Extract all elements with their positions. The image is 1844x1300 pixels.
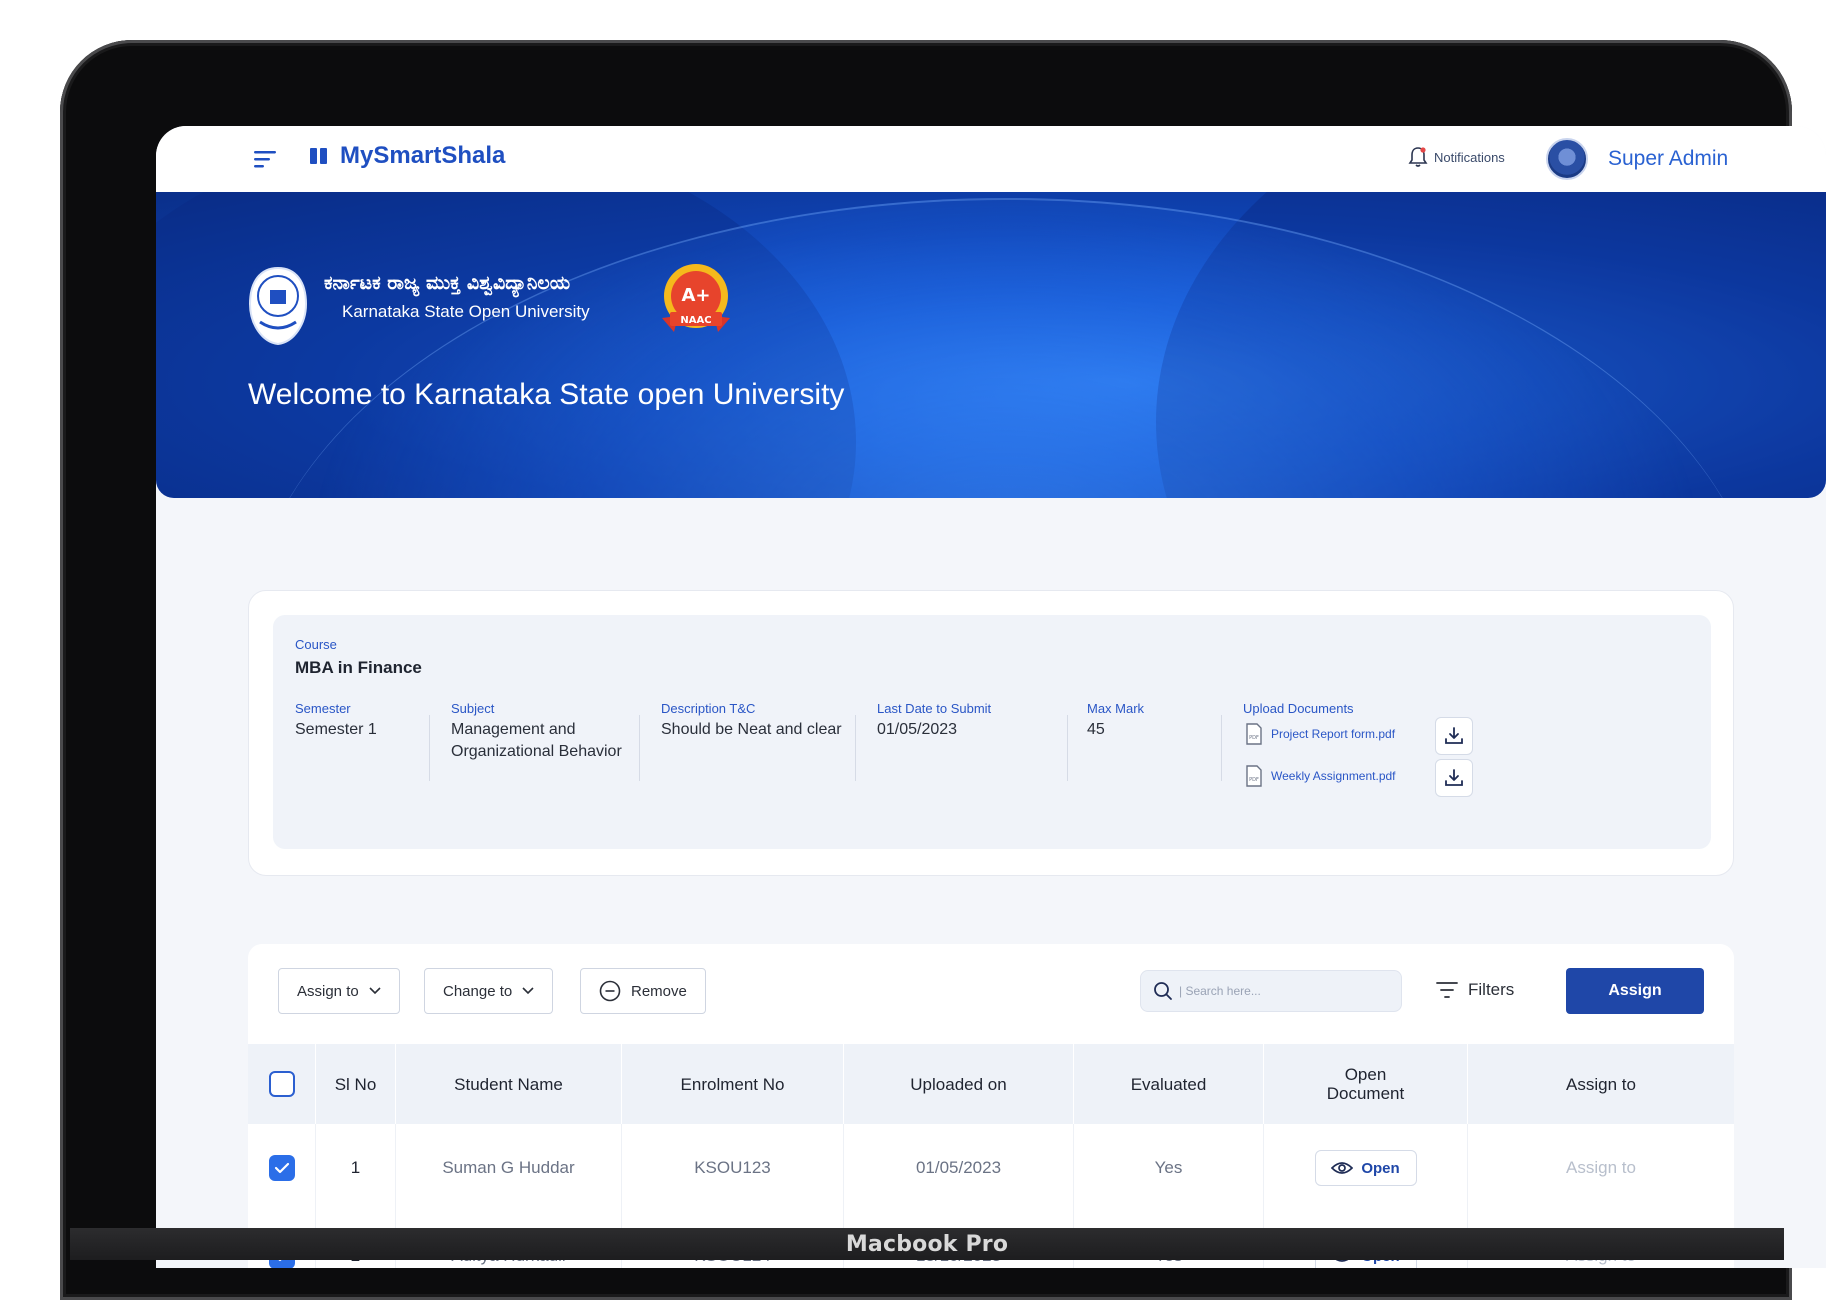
filter-icon <box>1436 982 1458 998</box>
cell-student-name: Suman G Huddar <box>396 1124 622 1212</box>
last-date-label: Last Date to Submit <box>877 701 992 716</box>
laptop-bottom-bezel: Macbook Pro <box>70 1228 1784 1260</box>
header-enrolment-no[interactable]: Enrolment No <box>622 1044 844 1124</box>
last-date-value: 01/05/2023 <box>877 721 958 738</box>
remove-label: Remove <box>631 982 687 1000</box>
description-value: Should be Neat and clear <box>661 721 842 738</box>
header-student-name[interactable]: Student Name <box>396 1044 622 1124</box>
naac-badge: A+ NAAC <box>662 264 730 332</box>
table-row[interactable]: 1 Suman G Huddar KSOU123 01/05/2023 Yes … <box>248 1124 1734 1212</box>
laptop-frame: MySmartShala Notifications Super Admin ಕ… <box>60 40 1826 1300</box>
search-icon <box>1154 982 1172 1000</box>
pdf-file-icon: PDF <box>1246 723 1262 745</box>
search-input[interactable] <box>1179 984 1379 998</box>
brand-name: MySmartShala <box>340 142 506 169</box>
header-open-document-line2: Document <box>1326 1084 1405 1103</box>
cell-evaluated: Yes <box>1074 1124 1264 1212</box>
cell-sl-no: 1 <box>316 1124 396 1212</box>
eye-icon <box>1331 1162 1354 1174</box>
svg-text:NAAC: NAAC <box>680 315 711 326</box>
divider <box>639 715 640 781</box>
course-label: Course <box>295 637 337 652</box>
university-seal-logo <box>248 266 308 346</box>
upload-documents-label: Upload Documents <box>1243 701 1354 716</box>
search-box[interactable] <box>1140 970 1402 1012</box>
check-icon <box>274 1162 289 1174</box>
document-name: Project Report form.pdf <box>1271 727 1396 741</box>
top-navbar: MySmartShala Notifications Super Admin <box>156 126 1826 192</box>
submissions-table-card: Assign to Change to Remove Filters Assig… <box>248 944 1734 1268</box>
welcome-heading: Welcome to Karnataka State open Universi… <box>248 378 845 411</box>
university-name-english: Karnataka State Open University <box>342 302 590 321</box>
menu-icon[interactable] <box>254 148 278 170</box>
chevron-down-icon <box>522 987 534 995</box>
assign-to-dropdown[interactable]: Assign to <box>278 968 400 1014</box>
divider <box>429 715 430 781</box>
open-label: Open <box>1361 1159 1400 1177</box>
table-header: Sl No Student Name Enrolment No Uploaded… <box>248 1044 1734 1124</box>
hero-banner: ಕರ್ನಾಟಕ ರಾಜ್ಯ ಮುಕ್ತ ವಿಶ್ವವಿದ್ಯಾನಿಲಯ Karn… <box>156 192 1826 498</box>
user-name[interactable]: Super Admin <box>1608 147 1728 171</box>
cell-enrolment-no: KSOU123 <box>622 1124 844 1212</box>
download-button[interactable] <box>1435 759 1473 797</box>
book-icon <box>310 148 327 164</box>
select-all-cell <box>248 1044 316 1124</box>
header-assign-to[interactable]: Assign to <box>1468 1044 1734 1124</box>
minus-circle-icon <box>599 980 621 1002</box>
svg-text:PDF: PDF <box>1249 777 1259 783</box>
course-details-card: Course MBA in Finance Semester Semester … <box>248 590 1734 876</box>
remove-button[interactable]: Remove <box>580 968 706 1014</box>
course-details-panel: Course MBA in Finance Semester Semester … <box>273 615 1711 849</box>
brand[interactable]: MySmartShala <box>308 142 505 170</box>
svg-text:A+: A+ <box>681 285 710 306</box>
header-sl-no[interactable]: Sl No <box>316 1044 396 1124</box>
assign-to-select[interactable]: Assign to <box>1468 1124 1734 1212</box>
download-button[interactable] <box>1435 717 1473 755</box>
svg-text:PDF: PDF <box>1249 735 1259 741</box>
divider <box>1221 715 1222 781</box>
header-evaluated[interactable]: Evaluated <box>1074 1044 1264 1124</box>
notifications-label: Notifications <box>1434 149 1505 165</box>
pdf-file-icon: PDF <box>1246 765 1262 787</box>
semester-label: Semester <box>295 701 351 716</box>
cell-uploaded-on: 01/05/2023 <box>844 1124 1074 1212</box>
header-uploaded-on[interactable]: Uploaded on <box>844 1044 1074 1124</box>
max-mark-label: Max Mark <box>1087 701 1145 716</box>
divider <box>855 715 856 781</box>
description-label: Description T&C <box>661 701 756 716</box>
select-all-checkbox[interactable] <box>268 1071 295 1097</box>
change-to-label: Change to <box>443 982 513 1000</box>
download-icon <box>1445 727 1463 744</box>
open-document-button[interactable]: Open <box>1314 1150 1417 1186</box>
document-link[interactable]: PDF Weekly Assignment.pdf <box>1245 765 1396 787</box>
subject-value-line1: Management and <box>451 721 576 738</box>
bell-icon <box>1408 147 1428 167</box>
university-name-kannada: ಕರ್ನಾಟಕ ರಾಜ್ಯ ಮುಕ್ತ ವಿಶ್ವವಿದ್ಯಾನಿಲಯ <box>324 272 571 294</box>
document-name: Weekly Assignment.pdf <box>1271 769 1396 783</box>
assign-button[interactable]: Assign <box>1566 968 1704 1014</box>
divider <box>1067 715 1068 781</box>
device-label: Macbook Pro <box>845 1231 1009 1257</box>
assign-to-label: Assign to <box>297 982 359 1000</box>
row-checkbox[interactable] <box>268 1155 295 1181</box>
avatar[interactable] <box>1546 138 1588 180</box>
filters-label: Filters <box>1468 980 1515 999</box>
chevron-down-icon <box>369 987 381 995</box>
course-value: MBA in Finance <box>295 658 422 677</box>
header-open-document[interactable]: Open Document <box>1264 1044 1468 1124</box>
download-icon <box>1445 769 1463 786</box>
notifications-button[interactable]: Notifications <box>1408 146 1505 168</box>
semester-value: Semester 1 <box>295 721 377 738</box>
app-screen: MySmartShala Notifications Super Admin ಕ… <box>156 126 1826 1268</box>
subject-value-line2: Organizational Behavior <box>451 743 622 760</box>
document-link[interactable]: PDF Project Report form.pdf <box>1245 723 1395 745</box>
max-mark-value: 45 <box>1087 721 1105 738</box>
subject-label: Subject <box>451 701 495 716</box>
change-to-dropdown[interactable]: Change to <box>424 968 554 1014</box>
header-open-document-line1: Open <box>1344 1065 1387 1084</box>
filters-button[interactable]: Filters <box>1436 980 1514 1000</box>
